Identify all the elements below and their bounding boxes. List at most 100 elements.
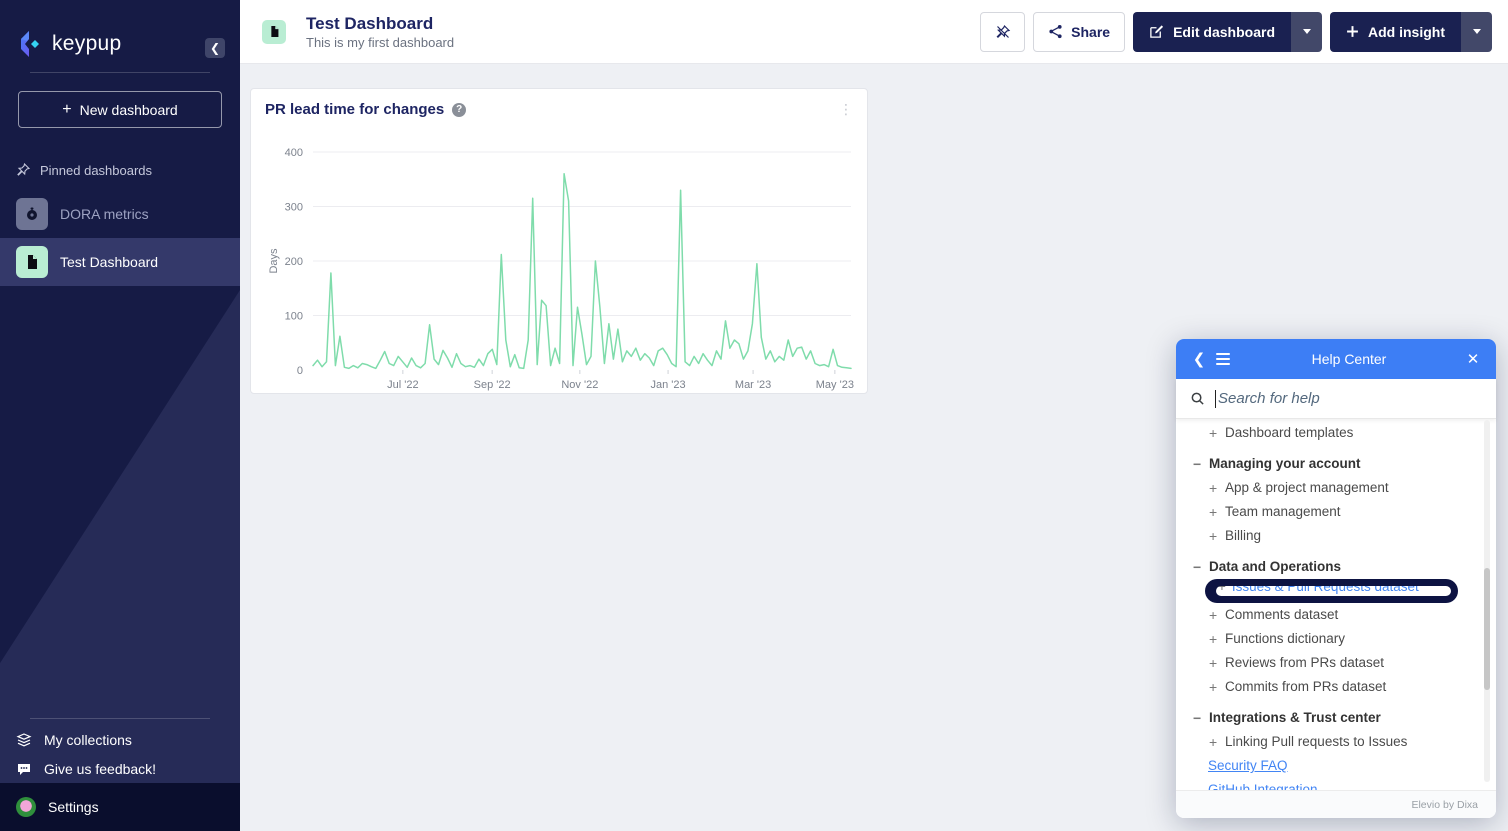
help-item[interactable]: +Commits from PRs dataset	[1176, 675, 1496, 699]
help-item[interactable]: +Linking Pull requests to Issues	[1176, 730, 1496, 754]
keypup-logo-icon	[16, 30, 44, 58]
chart-menu-ellipsis-icon[interactable]: ⋮	[839, 107, 853, 112]
help-search-row	[1176, 379, 1496, 419]
help-section-header[interactable]: −Integrations & Trust center	[1176, 706, 1496, 730]
edit-dashboard-button[interactable]: Edit dashboard	[1133, 12, 1291, 52]
sidebar: keypup ❮ + New dashboard Pinned dashboar…	[0, 0, 240, 831]
page-subtitle: This is my first dashboard	[306, 35, 454, 50]
svg-text:300: 300	[285, 202, 303, 214]
pinned-dashboards-label: Pinned dashboards	[0, 150, 240, 190]
menu-icon[interactable]	[1210, 353, 1236, 365]
logo: keypup ❮	[0, 0, 240, 58]
edit-dashboard-dropdown[interactable]	[1291, 12, 1322, 52]
collections-stack-icon	[16, 732, 32, 748]
help-item-highlighted[interactable]: +Issues & Pull Requests dataset	[1205, 579, 1458, 603]
share-button[interactable]: Share	[1033, 12, 1125, 52]
help-section-header[interactable]: −Managing your account	[1176, 452, 1496, 476]
add-insight-dropdown[interactable]	[1461, 12, 1492, 52]
give-feedback-link[interactable]: Give us feedback!	[0, 754, 240, 783]
help-item[interactable]: +Comments dataset	[1176, 603, 1496, 627]
svg-text:400: 400	[285, 147, 303, 159]
expand-plus-icon: +	[1209, 675, 1225, 699]
help-item[interactable]: +Functions dictionary	[1176, 627, 1496, 651]
text-cursor	[1215, 390, 1216, 408]
svg-text:100: 100	[285, 311, 303, 323]
edit-dashboard-button-group: Edit dashboard	[1133, 12, 1322, 52]
sidebar-item-test-dashboard[interactable]: Test Dashboard	[0, 238, 240, 286]
svg-text:200: 200	[285, 256, 303, 268]
dashboard-doc-icon	[16, 246, 48, 278]
help-scrollbar-thumb[interactable]	[1484, 568, 1490, 690]
expand-plus-icon: +	[1209, 500, 1225, 524]
elevio-branding: Elevio by Dixa	[1411, 799, 1478, 811]
page-header: Test Dashboard This is my first dashboar…	[240, 0, 1508, 64]
sidebar-bottom-divider	[30, 718, 210, 719]
collapse-minus-icon: −	[1193, 452, 1209, 476]
my-collections-link[interactable]: My collections	[0, 725, 240, 754]
help-center-header: ❮ Help Center ✕	[1176, 339, 1496, 379]
chart-help-icon[interactable]: ?	[452, 103, 466, 117]
close-icon[interactable]: ✕	[1462, 350, 1484, 368]
help-item[interactable]: +Dashboard templates	[1176, 421, 1496, 445]
help-item[interactable]: +Billing	[1176, 524, 1496, 548]
svg-text:Jan '23: Jan '23	[651, 379, 686, 391]
svg-text:Jul '22: Jul '22	[387, 379, 418, 391]
edit-icon	[1149, 24, 1164, 39]
caret-down-icon	[1473, 29, 1481, 34]
add-insight-button[interactable]: Add insight	[1330, 12, 1461, 52]
back-icon[interactable]: ❮	[1188, 350, 1210, 368]
chart-card: PR lead time for changes ? ⋮ 0 100 200 300 4…	[250, 88, 868, 394]
expand-plus-icon: +	[1209, 627, 1225, 651]
search-icon	[1190, 391, 1205, 406]
svg-text:Nov '22: Nov '22	[561, 379, 598, 391]
sidebar-item-dora-metrics[interactable]: DORA metrics	[0, 190, 240, 238]
expand-plus-icon: +	[1209, 651, 1225, 675]
expand-plus-icon: +	[1209, 476, 1225, 500]
unpin-icon	[995, 24, 1011, 40]
help-center-title: Help Center	[1236, 351, 1462, 367]
svg-text:Sep '22: Sep '22	[474, 379, 511, 391]
pr-lead-time-chart: 0 100 200 300 400 Jul '22 Sep '22 Nov '22 Jan '2…	[251, 118, 867, 408]
sidebar-collapse-button[interactable]: ❮	[205, 38, 225, 58]
plus-icon	[1346, 25, 1359, 38]
sidebar-divider	[30, 72, 210, 73]
expand-plus-icon: +	[1209, 421, 1225, 445]
svg-text:Mar '23: Mar '23	[735, 379, 771, 391]
help-center-panel: ❮ Help Center ✕ +Dashboard templates −Man…	[1176, 339, 1496, 818]
user-avatar	[16, 797, 36, 817]
caret-down-icon	[1303, 29, 1311, 34]
page-title-block: Test Dashboard This is my first dashboar…	[306, 13, 454, 50]
new-dashboard-button[interactable]: + New dashboard	[18, 91, 222, 128]
help-scrollbar-track[interactable]	[1484, 420, 1490, 782]
dora-metrics-icon	[16, 198, 48, 230]
help-article-list: +Dashboard templates −Managing your accou…	[1176, 419, 1496, 790]
app-root: keypup ❮ + New dashboard Pinned dashboar…	[0, 0, 1508, 831]
svg-text:0: 0	[297, 365, 303, 377]
help-item[interactable]: +App & project management	[1176, 476, 1496, 500]
help-item[interactable]: +Team management	[1176, 500, 1496, 524]
expand-plus-icon: +	[1209, 524, 1225, 548]
help-item[interactable]: +Reviews from PRs dataset	[1176, 651, 1496, 675]
page-title: Test Dashboard	[306, 13, 454, 35]
logo-text: keypup	[52, 32, 122, 56]
expand-plus-icon: +	[1209, 730, 1225, 754]
chart-title: PR lead time for changes	[265, 101, 444, 118]
add-insight-button-group: Add insight	[1330, 12, 1492, 52]
help-footer: Elevio by Dixa	[1176, 790, 1496, 818]
share-icon	[1048, 24, 1063, 39]
settings-item[interactable]: Settings	[0, 783, 240, 831]
help-link[interactable]: Security FAQ	[1176, 754, 1496, 778]
help-link[interactable]: GitHub Integration	[1176, 778, 1496, 790]
unpin-button[interactable]	[980, 12, 1025, 52]
collapse-minus-icon: −	[1193, 706, 1209, 730]
svg-text:Days: Days	[268, 248, 280, 274]
help-search-input[interactable]	[1218, 390, 1482, 407]
expand-plus-icon: +	[1209, 603, 1225, 627]
header-actions: Share Edit dashboard	[980, 12, 1492, 52]
plus-icon: +	[62, 101, 71, 119]
collapse-minus-icon: −	[1193, 555, 1209, 579]
feedback-bubble-icon	[16, 761, 32, 777]
page-doc-icon	[262, 20, 286, 44]
pin-icon	[16, 163, 30, 177]
help-section-header[interactable]: −Data and Operations	[1176, 555, 1496, 579]
